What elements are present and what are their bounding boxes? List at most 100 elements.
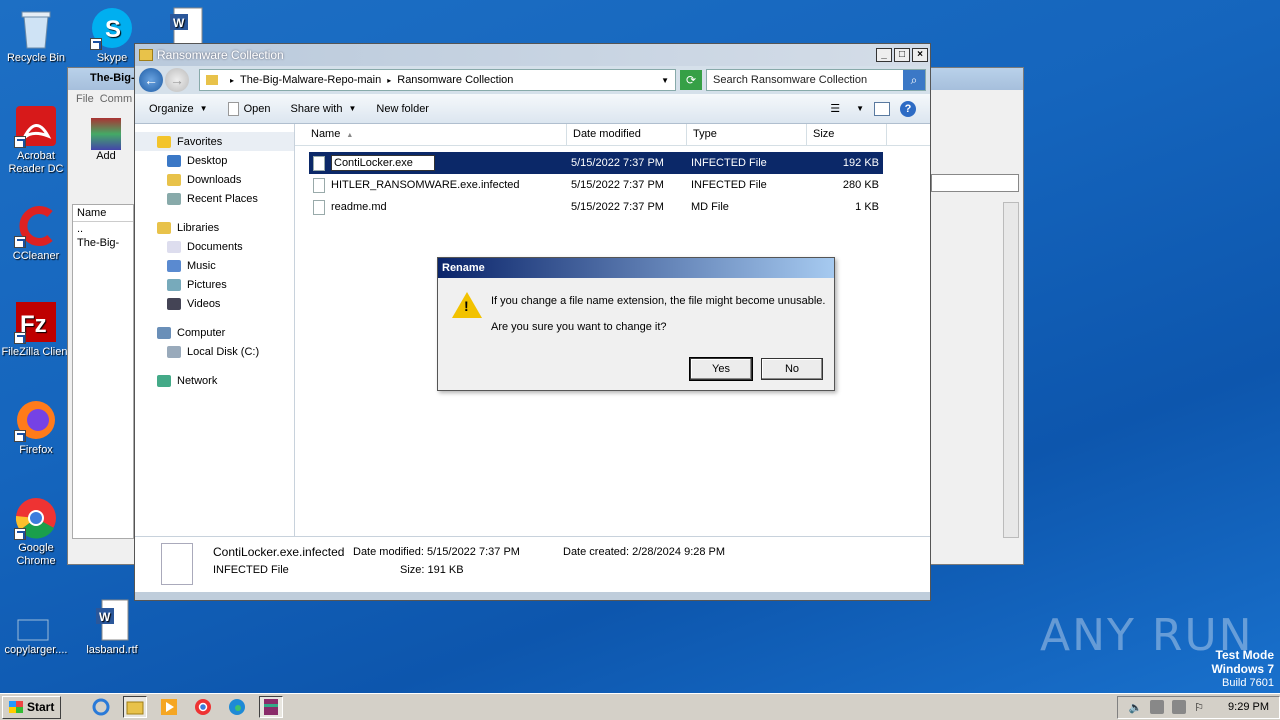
desktop-icon-label: CCleaner	[12, 250, 60, 262]
organize-button[interactable]: Organize ▼	[149, 103, 208, 115]
filezilla-icon: Fz	[14, 300, 58, 344]
nav-pictures[interactable]: Pictures	[135, 275, 294, 294]
new-folder-button[interactable]: New folder	[376, 103, 429, 115]
chevron-right-icon: ▸	[230, 75, 235, 85]
no-button[interactable]: No	[761, 358, 823, 380]
column-header-size[interactable]: Size	[807, 124, 887, 145]
search-icon[interactable]: ⌕	[903, 70, 925, 90]
taskbar-media-player-button[interactable]	[157, 696, 181, 718]
firefox-icon	[14, 398, 58, 442]
preview-pane-icon[interactable]	[874, 101, 890, 116]
taskbar-winrar-button[interactable]	[259, 696, 284, 718]
close-button[interactable]: ×	[912, 48, 928, 62]
list-item[interactable]: ..	[73, 222, 133, 236]
desktop-icon-ccleaner[interactable]: CCleaner	[0, 204, 72, 263]
chevron-down-icon[interactable]: ▼	[856, 104, 864, 113]
name-column-header[interactable]: Name	[73, 205, 133, 222]
network-tray-icon[interactable]	[1150, 700, 1165, 714]
winrar-file-list[interactable]: Name .. The-Big-	[72, 204, 134, 539]
libraries-icon	[157, 221, 171, 234]
navigation-pane[interactable]: Favorites Desktop Downloads Recent Place…	[135, 124, 295, 536]
breadcrumb-item[interactable]: The-Big-Malware-Repo-main	[240, 74, 381, 86]
table-row[interactable]: ContiLocker.exe 5/15/2022 7:37 PM INFECT…	[309, 152, 883, 174]
action-center-flag-icon[interactable]: ⚐	[1194, 701, 1204, 714]
windows-logo-icon	[9, 701, 23, 713]
taskbar-edge-button[interactable]	[225, 696, 249, 718]
shortcut-arrow-icon	[14, 236, 26, 248]
file-date: 5/15/2022 7:37 PM	[571, 201, 664, 213]
open-button[interactable]: Open	[227, 101, 271, 116]
rename-edit-field[interactable]: ContiLocker.exe	[331, 155, 435, 171]
add-label: Add	[96, 150, 116, 162]
desktop-icon-recycle-bin[interactable]: Recycle Bin	[0, 6, 72, 65]
taskbar-chrome-button[interactable]	[191, 696, 215, 718]
desktop-icon-chrome[interactable]: Google Chrome	[0, 496, 72, 568]
search-input[interactable]: Search Ransomware Collection ⌕	[706, 69, 926, 91]
test-mode-line: Test Mode	[1215, 648, 1274, 662]
taskbar-explorer-button[interactable]	[123, 696, 148, 718]
maximize-button[interactable]: □	[894, 48, 910, 62]
nav-favorites[interactable]: Favorites	[135, 132, 294, 151]
dialog-question: Are you sure you want to change it?	[491, 321, 667, 333]
list-item[interactable]: The-Big-	[73, 236, 133, 250]
desktop-icon-copylarger[interactable]: copylarger....	[0, 598, 72, 657]
start-button[interactable]: Start	[2, 695, 62, 719]
rename-dialog[interactable]: Rename ! If you change a file name exten…	[437, 257, 835, 391]
open-label: Open	[243, 102, 271, 115]
menu-file[interactable]: File	[76, 93, 94, 105]
desktop-icon-filezilla[interactable]: Fz FileZilla Client	[0, 300, 72, 359]
clock[interactable]: 9:29 PM	[1228, 701, 1269, 713]
display-tray-icon[interactable]	[1172, 700, 1187, 714]
table-row[interactable]: HITLER_RANSOMWARE.exe.infected 5/15/2022…	[309, 174, 883, 196]
share-with-button[interactable]: Share with ▼	[290, 103, 356, 115]
winrar-scrollbar[interactable]	[1003, 202, 1019, 538]
nav-music[interactable]: Music	[135, 256, 294, 275]
address-bar[interactable]: ▸ The-Big-Malware-Repo-main ▸ Ransomware…	[199, 69, 676, 91]
menu-commands[interactable]: Comm	[100, 93, 132, 105]
dialog-titlebar[interactable]: Rename	[438, 258, 834, 278]
taskbar-ie-button[interactable]	[89, 696, 113, 718]
refresh-button[interactable]: ⟳	[680, 70, 702, 90]
dialog-title: Rename	[442, 262, 485, 274]
nav-desktop[interactable]: Desktop	[135, 151, 294, 170]
share-with-label: Share with	[290, 102, 343, 115]
explorer-titlebar[interactable]: Ransomware Collection _ □ ×	[135, 44, 930, 66]
forward-button[interactable]: →	[165, 68, 189, 92]
command-bar: Organize ▼ Open Share with ▼ New folder ☰ …	[135, 94, 930, 124]
view-controls: ☰ ▼ ?	[830, 100, 916, 117]
nav-recent-places[interactable]: Recent Places	[135, 189, 294, 208]
details-pane: ContiLocker.exe.infected INFECTED File D…	[135, 536, 930, 592]
nav-downloads[interactable]: Downloads	[135, 170, 294, 189]
desktop-icon-acrobat[interactable]: Acrobat Reader DC	[0, 104, 72, 176]
column-header-name[interactable]: Name ▲	[295, 124, 567, 145]
desktop-icon-firefox[interactable]: Firefox	[0, 398, 72, 457]
column-header-type[interactable]: Type	[687, 124, 807, 145]
acrobat-icon	[14, 104, 58, 148]
help-icon[interactable]: ?	[900, 100, 916, 117]
file-type: INFECTED File	[691, 157, 767, 169]
nav-documents[interactable]: Documents	[135, 237, 294, 256]
nav-local-disk[interactable]: Local Disk (C:)	[135, 342, 294, 361]
view-options-icon[interactable]: ☰	[830, 102, 840, 115]
desktop-icon-lasband[interactable]: W lasband.rtf	[76, 598, 148, 657]
volume-icon[interactable]: 🔈	[1128, 701, 1142, 714]
chevron-down-icon[interactable]: ▼	[661, 76, 669, 85]
nav-computer[interactable]: Computer	[135, 323, 294, 342]
table-row[interactable]: readme.md 5/15/2022 7:37 PM MD File 1 KB	[309, 196, 883, 218]
winrar-add-icon	[91, 118, 121, 150]
skype-icon: S	[90, 6, 134, 50]
shortcut-arrow-icon	[14, 430, 26, 442]
column-header-date[interactable]: Date modified	[567, 124, 687, 145]
back-button[interactable]: ←	[139, 68, 163, 92]
file-size: 1 KB	[855, 201, 879, 213]
yes-button[interactable]: Yes	[689, 357, 753, 381]
minimize-button[interactable]: _	[876, 48, 892, 62]
column-label: Date modified	[573, 128, 641, 140]
winrar-path-dropdown[interactable]	[931, 174, 1019, 192]
nav-network[interactable]: Network	[135, 371, 294, 390]
add-button[interactable]: Add	[86, 118, 126, 162]
breadcrumb-item[interactable]: Ransomware Collection	[397, 74, 513, 86]
desktop-icon-label: Acrobat Reader DC	[8, 150, 64, 175]
nav-libraries[interactable]: Libraries	[135, 218, 294, 237]
nav-videos[interactable]: Videos	[135, 294, 294, 313]
